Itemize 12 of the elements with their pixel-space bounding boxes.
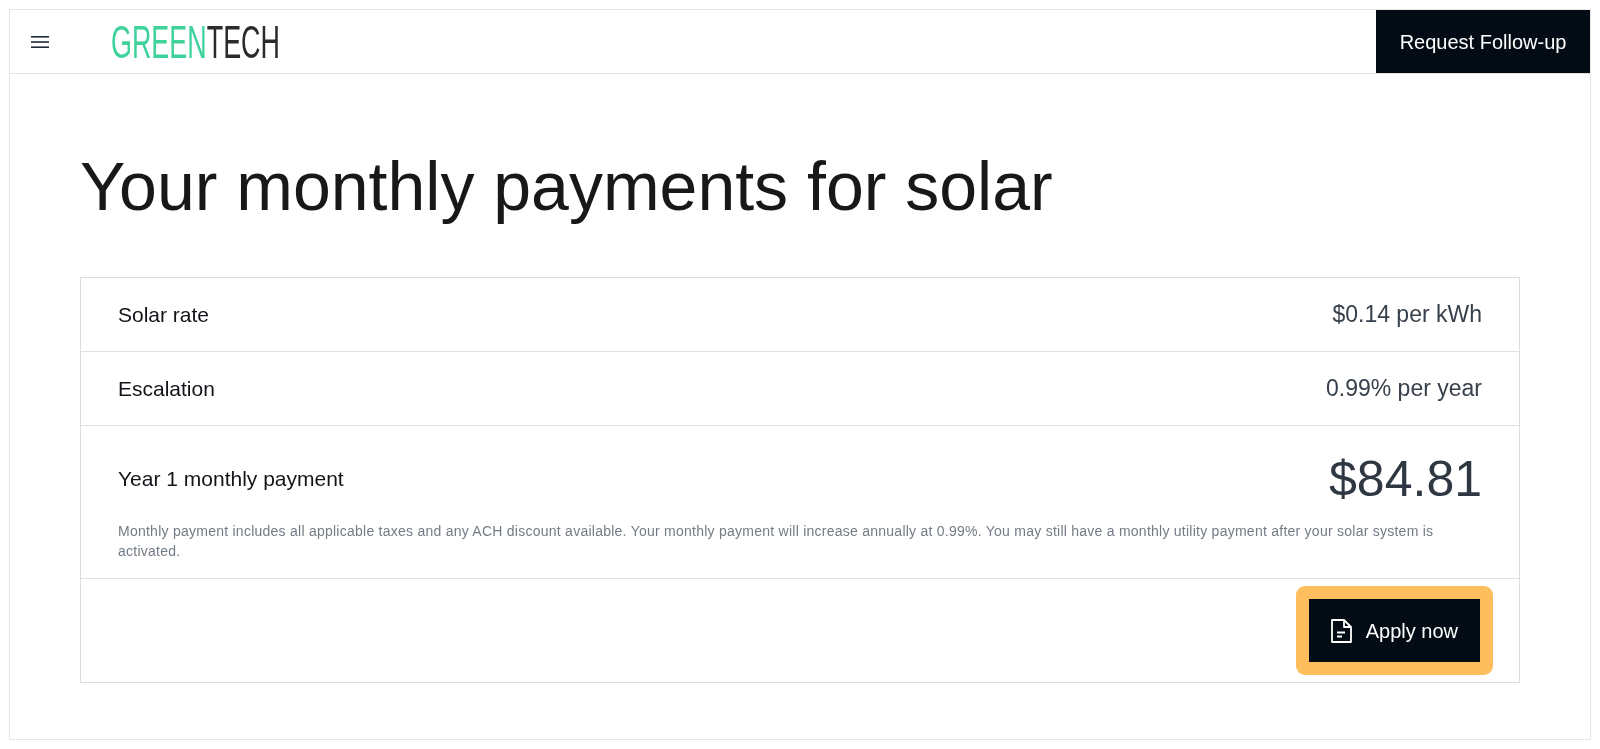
footnote-text: Monthly payment includes all applicable taxes and any ACH discount available. Your monthly payment will increase annually at 0.99%. You may still have a monthly utility payment after your solar system is activated.	[118, 522, 1435, 561]
menu-icon[interactable]	[31, 35, 49, 48]
apply-now-button[interactable]: Apply now	[1308, 599, 1480, 662]
document-icon	[1330, 618, 1352, 643]
payment-amount: $84.81	[1329, 454, 1482, 504]
row-label: Escalation	[118, 375, 215, 402]
row-label: Year 1 monthly payment	[118, 466, 344, 493]
request-follow-up-button[interactable]: Request Follow-up	[1376, 10, 1590, 73]
row-value: 0.99% per year	[1326, 374, 1482, 404]
row-value: $0.14 per kWh	[1332, 300, 1482, 330]
logo-wordmark[interactable]: GREENTECH	[111, 18, 280, 65]
row-label: Solar rate	[118, 301, 210, 328]
